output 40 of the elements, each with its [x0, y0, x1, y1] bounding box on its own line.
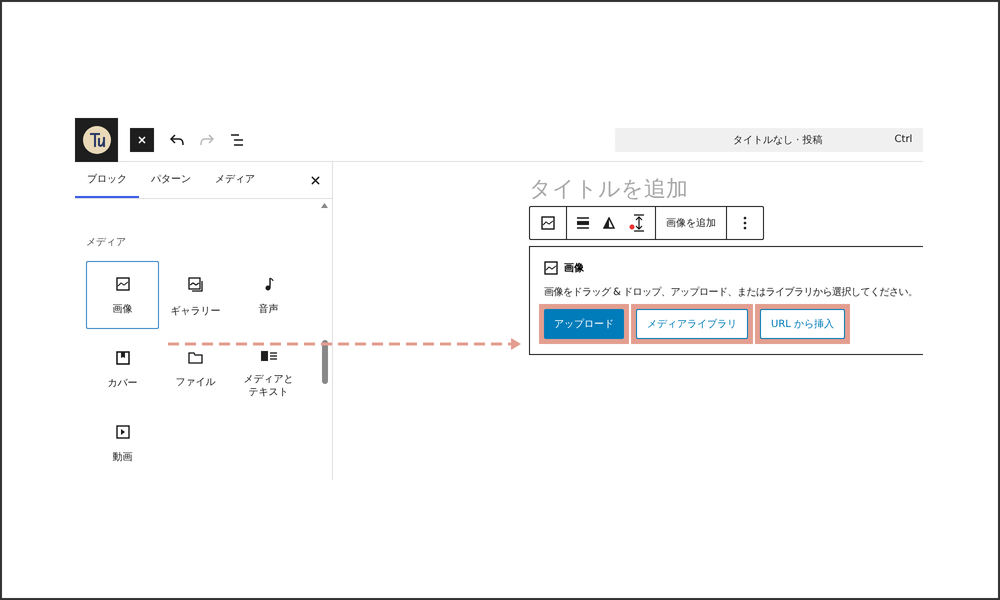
- add-image-button[interactable]: 画像を追加: [655, 207, 726, 239]
- image-icon: [116, 277, 130, 291]
- sidebar-tab[interactable]: ブロック: [75, 162, 139, 198]
- block-item[interactable]: 動画: [86, 409, 159, 477]
- category-heading: メディア: [86, 236, 127, 249]
- align-icon[interactable]: [577, 217, 589, 229]
- block-item[interactable]: ファイル: [159, 335, 232, 403]
- scroll-up-icon[interactable]: [321, 203, 328, 208]
- media-button[interactable]: URL から挿入: [760, 309, 846, 339]
- instruction-text: 画像をドラッグ & ドロップ、アップロード、またはライブラリから選択してください。: [544, 286, 919, 299]
- gallery-icon: [188, 277, 204, 293]
- document-title: タイトルなし · 投稿: [733, 134, 823, 146]
- sidebar-tab[interactable]: パターン: [139, 162, 203, 198]
- shortcut-hint: Ctrl: [894, 134, 912, 145]
- block-item[interactable]: 音声: [232, 261, 305, 329]
- close-icon[interactable]: [130, 128, 154, 152]
- block-title: 画像: [564, 262, 584, 275]
- image-icon[interactable]: [541, 216, 555, 230]
- cover-icon: [116, 351, 130, 365]
- scrollbar-thumb[interactable]: [322, 340, 328, 384]
- duotone-icon[interactable]: [603, 217, 615, 229]
- resize-icon[interactable]: [629, 214, 645, 232]
- music-note-icon: [264, 277, 274, 291]
- media-text-icon: [260, 351, 276, 361]
- media-button[interactable]: アップロード: [544, 309, 624, 339]
- sidebar-tab[interactable]: メディア: [203, 162, 267, 198]
- undo-icon[interactable]: [170, 134, 184, 146]
- block-item[interactable]: 画像: [86, 261, 159, 329]
- block-item[interactable]: ギャラリー: [159, 261, 232, 329]
- image-icon: [544, 261, 558, 275]
- media-button[interactable]: メディアライブラリ: [636, 309, 748, 339]
- command-bar[interactable]: タイトルなし · 投稿 Ctrl: [615, 128, 923, 152]
- more-options-icon[interactable]: [743, 216, 747, 230]
- block-item[interactable]: メディアとテキスト: [232, 335, 305, 403]
- video-icon: [116, 425, 130, 439]
- block-item[interactable]: カバー: [86, 335, 159, 403]
- list-view-icon[interactable]: [230, 134, 244, 146]
- folder-icon: [188, 351, 203, 364]
- site-logo[interactable]: [75, 118, 118, 162]
- close-icon[interactable]: [311, 176, 320, 184]
